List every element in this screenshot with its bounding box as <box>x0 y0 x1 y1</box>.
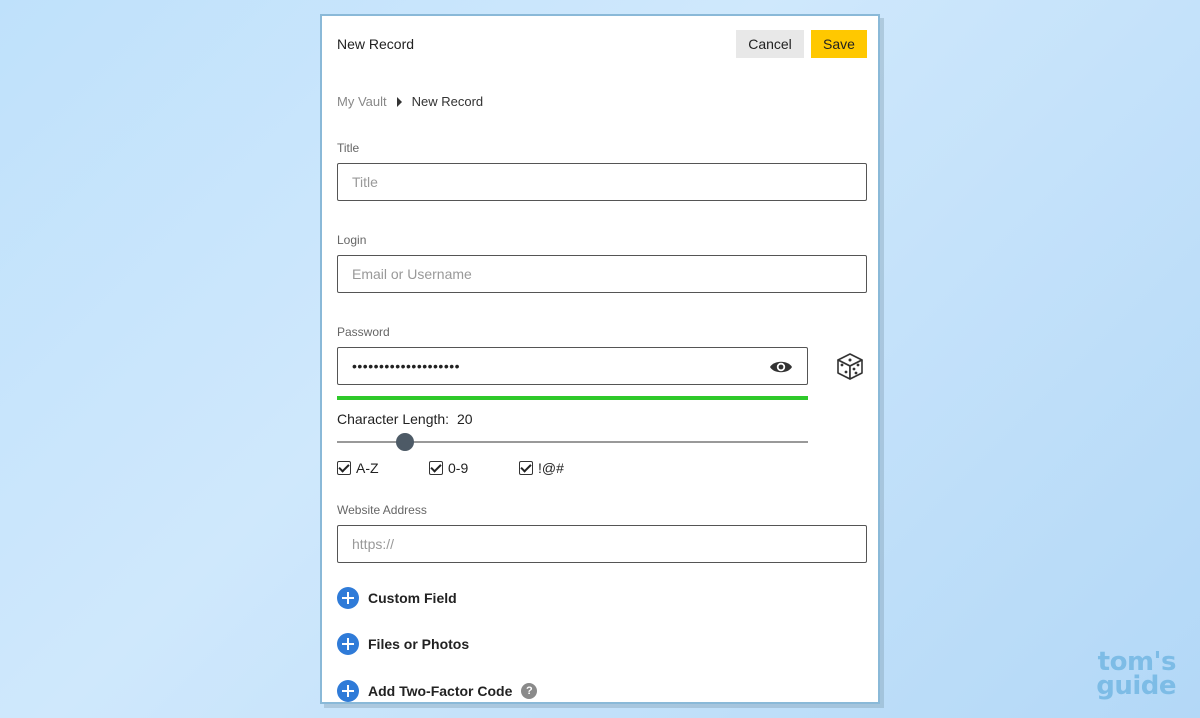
password-label: Password <box>337 325 390 339</box>
dialog-title: New Record <box>337 36 415 52</box>
plus-circle-icon <box>337 587 359 609</box>
add-files-photos-button[interactable]: Files or Photos <box>337 633 469 655</box>
password-strength-bar <box>337 396 808 400</box>
password-input[interactable]: •••••••••••••••••••• <box>337 347 808 385</box>
checkbox-uppercase[interactable]: A-Z <box>337 460 429 476</box>
caret-right-icon <box>396 96 402 107</box>
character-length: Character Length: 20 <box>337 411 473 427</box>
eye-icon[interactable] <box>769 358 793 376</box>
login-input[interactable] <box>337 255 867 293</box>
breadcrumb-my-vault[interactable]: My Vault <box>337 94 387 109</box>
checkbox-digits[interactable]: 0-9 <box>429 460 519 476</box>
password-strength-fill <box>337 396 808 400</box>
checkbox-symbols[interactable]: !@# <box>519 460 564 476</box>
save-button[interactable]: Save <box>811 30 867 58</box>
dice-icon[interactable] <box>834 350 866 382</box>
breadcrumb: My Vault New Record <box>337 94 483 109</box>
title-input[interactable] <box>337 163 867 201</box>
add-custom-field-label: Custom Field <box>368 590 457 606</box>
add-two-factor-label: Add Two-Factor Code <box>368 683 513 699</box>
character-length-slider[interactable] <box>337 433 808 451</box>
help-icon[interactable]: ? <box>521 683 538 699</box>
checkbox-checked-icon[interactable] <box>519 461 533 475</box>
new-record-dialog: New Record Cancel Save My Vault New Reco… <box>320 14 880 704</box>
add-custom-field-button[interactable]: Custom Field <box>337 587 457 609</box>
logo-line-2: guide <box>1096 671 1176 701</box>
toms-guide-logo: tom's guide <box>1056 649 1176 701</box>
title-label: Title <box>337 141 360 155</box>
add-two-factor-button[interactable]: Add Two-Factor Code ? <box>337 680 538 702</box>
plus-circle-icon <box>337 680 359 702</box>
cancel-button[interactable]: Cancel <box>736 30 804 58</box>
checkbox-digits-label: 0-9 <box>448 460 469 476</box>
character-options: A-Z 0-9 !@# <box>337 460 564 476</box>
slider-thumb[interactable] <box>396 433 415 451</box>
plus-circle-icon <box>337 633 359 655</box>
breadcrumb-current: New Record <box>411 94 484 109</box>
add-files-photos-label: Files or Photos <box>368 636 470 652</box>
website-input[interactable] <box>337 525 867 563</box>
password-value: •••••••••••••••••••• <box>352 358 461 374</box>
checkbox-checked-icon[interactable] <box>337 461 351 475</box>
dialog-header: New Record Cancel Save <box>322 16 878 74</box>
login-label: Login <box>337 233 367 247</box>
character-length-value: 20 <box>456 411 473 427</box>
website-label: Website Address <box>337 503 427 517</box>
checkbox-checked-icon[interactable] <box>429 461 443 475</box>
checkbox-uppercase-label: A-Z <box>356 460 379 476</box>
character-length-label: Character Length: <box>337 411 450 427</box>
checkbox-symbols-label: !@# <box>538 460 564 476</box>
